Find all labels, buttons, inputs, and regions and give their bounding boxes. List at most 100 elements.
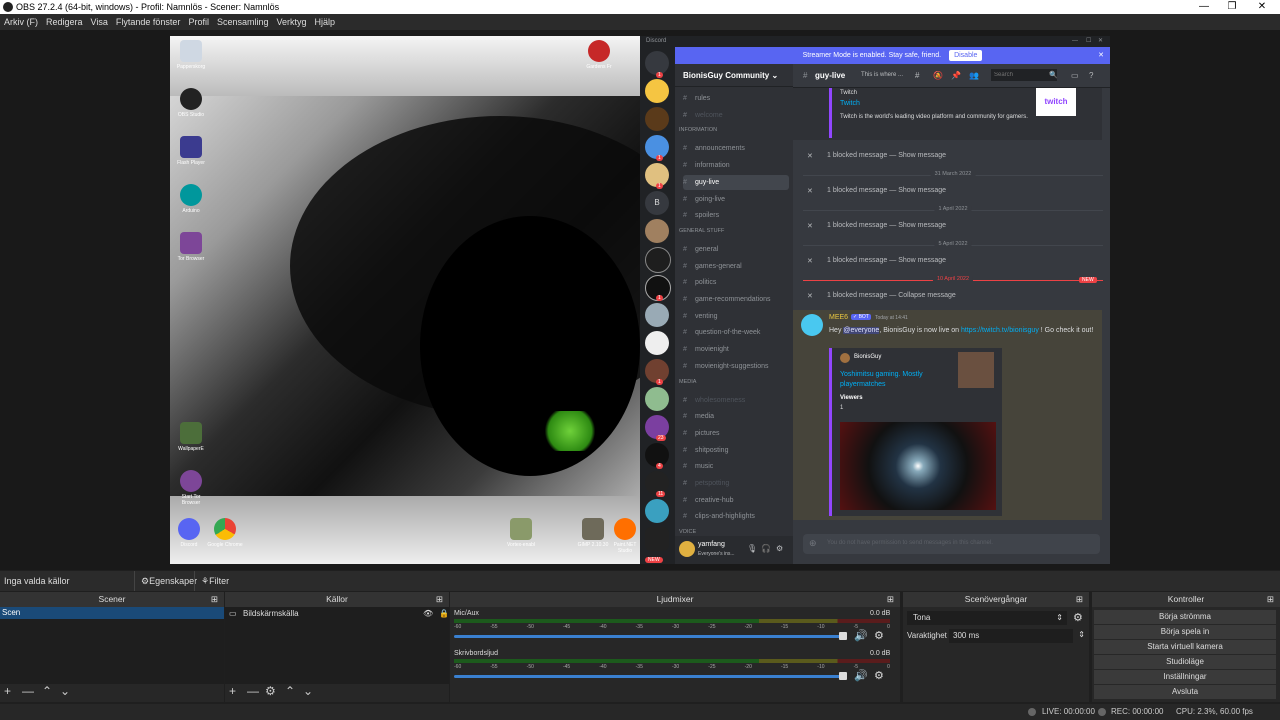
- embed-title[interactable]: Yoshimitsu gaming. Mostly playermatches: [840, 370, 950, 390]
- stream-preview-image[interactable]: [840, 422, 996, 510]
- channel-category[interactable]: GENERAL STUFF: [679, 228, 724, 234]
- speaker-icon[interactable]: 🔊: [854, 669, 868, 682]
- lock-icon[interactable]: 🔒: [439, 607, 449, 620]
- menu-file[interactable]: Arkiv (F): [0, 14, 42, 30]
- channel-announcements[interactable]: announcements: [683, 141, 789, 156]
- volume-fader[interactable]: [454, 635, 846, 638]
- eye-icon[interactable]: 👁: [423, 607, 433, 620]
- server-icon[interactable]: [645, 247, 671, 273]
- embed-title[interactable]: Twitch: [840, 100, 860, 107]
- inbox-icon[interactable]: ▭: [1071, 64, 1079, 87]
- channel-media[interactable]: media: [683, 409, 789, 424]
- desktop-icon-arduino[interactable]: Arduino: [172, 184, 210, 214]
- pin-icon[interactable]: 📌: [951, 64, 961, 87]
- discord-minimize-button[interactable]: —: [1072, 36, 1078, 47]
- move-up-button[interactable]: ⌃: [285, 684, 295, 698]
- blocked-message[interactable]: 1 blocked message — Show message: [827, 152, 946, 159]
- desktop-icon-paint[interactable]: Paint.NET Studio: [606, 518, 640, 554]
- gear-icon[interactable]: ⚙: [874, 629, 884, 642]
- menu-tools[interactable]: Verktyg: [272, 14, 310, 30]
- close-button[interactable]: ✕: [1248, 0, 1276, 14]
- members-icon[interactable]: 👥: [969, 64, 979, 87]
- channel-games-general[interactable]: games-general: [683, 259, 789, 274]
- gear-icon[interactable]: ⚙: [1073, 611, 1083, 624]
- desktop-icon-chrome[interactable]: Google Chrome: [206, 518, 244, 548]
- dock-icon[interactable]: ⊞: [436, 592, 443, 607]
- filters-button[interactable]: ⚘Filter: [194, 571, 229, 591]
- source-properties-button[interactable]: ⚙: [265, 684, 276, 698]
- start-recording-button[interactable]: Börja spela in: [1094, 625, 1276, 639]
- studio-mode-button[interactable]: Studioläge: [1094, 655, 1276, 669]
- mee6-avatar[interactable]: [801, 314, 823, 336]
- gear-icon[interactable]: ⚙: [776, 544, 783, 553]
- server-icon[interactable]: [645, 527, 669, 551]
- discord-close-button[interactable]: ✕: [1098, 36, 1103, 47]
- channel-creative-hub[interactable]: creative-hub: [683, 493, 789, 508]
- desktop-icon-wallpaper[interactable]: WallpaperE: [172, 422, 210, 452]
- menu-profile[interactable]: Profil: [184, 14, 213, 30]
- start-virtual-camera-button[interactable]: Starta virtuell kamera: [1094, 640, 1276, 654]
- volume-fader[interactable]: [454, 675, 846, 678]
- twitch-link[interactable]: https://twitch.tv/bionisguy: [961, 327, 1039, 334]
- remove-source-button[interactable]: —: [247, 684, 259, 698]
- banner-close-icon[interactable]: ✕: [1098, 47, 1104, 64]
- help-icon[interactable]: ?: [1089, 64, 1093, 87]
- channel-category[interactable]: INFORMATION: [679, 127, 717, 133]
- add-scene-button[interactable]: +: [4, 684, 11, 698]
- desktop-icon-obs[interactable]: OBS Studio: [172, 88, 210, 118]
- channel-movienight[interactable]: movienight: [683, 342, 789, 357]
- channel-category[interactable]: VOICE: [679, 529, 696, 535]
- start-streaming-button[interactable]: Börja strömma: [1094, 610, 1276, 624]
- channel-information[interactable]: information: [683, 158, 789, 173]
- fader-handle[interactable]: [839, 632, 847, 640]
- server-letter-icon[interactable]: B: [645, 191, 669, 215]
- menu-edit[interactable]: Redigera: [42, 14, 87, 30]
- disable-streamer-mode-button[interactable]: Disable: [949, 50, 983, 61]
- channel-petspotting[interactable]: petspotting: [683, 476, 789, 491]
- remove-scene-button[interactable]: —: [22, 684, 34, 698]
- channel-game-recommendations[interactable]: game-recommendations: [683, 292, 789, 307]
- dock-icon[interactable]: ⊞: [1076, 592, 1083, 607]
- avatar[interactable]: [679, 541, 695, 557]
- desktop-icon-start-tor[interactable]: Start Tor Browser: [172, 470, 210, 506]
- dock-icon[interactable]: ⊞: [211, 592, 218, 607]
- message-author[interactable]: MEE6: [829, 314, 848, 321]
- desktop-icon-recycle[interactable]: Papperskorg: [172, 40, 210, 70]
- hide-message-icon[interactable]: ✕: [807, 292, 813, 300]
- hide-message-icon[interactable]: ✕: [807, 257, 813, 265]
- channel-spoilers[interactable]: spoilers: [683, 208, 789, 223]
- menu-view[interactable]: Visa: [87, 14, 112, 30]
- exit-button[interactable]: Avsluta: [1094, 685, 1276, 699]
- server-name[interactable]: BionisGuy Community ⌄: [675, 64, 793, 87]
- hide-message-icon[interactable]: ✕: [807, 222, 813, 230]
- move-down-button[interactable]: ⌄: [303, 684, 313, 698]
- menu-docks[interactable]: Flytande fönster: [112, 14, 185, 30]
- channel-politics[interactable]: politics: [683, 275, 789, 290]
- desktop-icon-vortex[interactable]: Vortex-enabl: [502, 518, 540, 548]
- mic-icon[interactable]: 🎙: [747, 544, 757, 553]
- server-icon[interactable]: [645, 79, 669, 103]
- server-icon[interactable]: [645, 107, 669, 131]
- channel-guy-live[interactable]: guy-live: [683, 174, 789, 190]
- everyone-mention[interactable]: @everyone: [843, 327, 880, 334]
- server-icon[interactable]: [645, 499, 669, 523]
- desktop-icon-discord[interactable]: Discord: [170, 518, 208, 548]
- desktop-icon-flash[interactable]: Flash Player: [172, 136, 210, 166]
- blocked-message[interactable]: 1 blocked message — Show message: [827, 187, 946, 194]
- channel-clips-and-highlights[interactable]: clips-and-highlights: [683, 509, 789, 524]
- transition-select[interactable]: Tona ⇕: [907, 611, 1067, 625]
- menu-help[interactable]: Hjälp: [311, 14, 340, 30]
- threads-icon[interactable]: #: [915, 64, 919, 87]
- dock-icon[interactable]: ⊞: [1267, 592, 1274, 607]
- headset-icon[interactable]: 🎧: [761, 544, 771, 553]
- channel-welcome[interactable]: welcome: [683, 108, 789, 123]
- channel-pictures[interactable]: pictures: [683, 426, 789, 441]
- server-icon[interactable]: [645, 387, 669, 411]
- channel-movienight-suggestions[interactable]: movienight-suggestions: [683, 359, 789, 374]
- fader-handle[interactable]: [839, 672, 847, 680]
- channel-topic[interactable]: This is where ...: [861, 64, 903, 87]
- duration-input[interactable]: 300 ms ⇕: [949, 629, 1085, 643]
- desktop-icon-gardens[interactable]: Gardens Fr: [580, 40, 618, 70]
- server-icon[interactable]: [645, 303, 669, 327]
- channel-going-live[interactable]: going-live: [683, 192, 789, 207]
